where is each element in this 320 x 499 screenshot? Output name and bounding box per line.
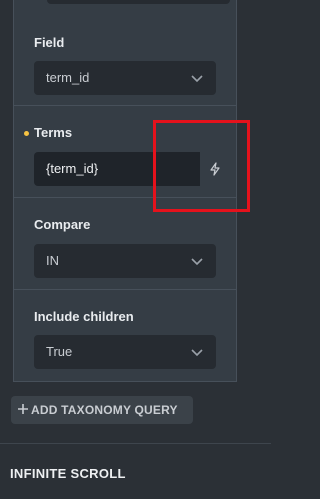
compare-select-value: IN xyxy=(46,253,59,268)
previous-select-stub[interactable] xyxy=(47,0,230,4)
plus-icon xyxy=(18,404,28,414)
compare-select[interactable]: IN xyxy=(34,244,216,278)
terms-input-value: {term_id} xyxy=(46,161,99,176)
terms-label: Terms xyxy=(34,125,73,140)
section-divider xyxy=(0,443,271,444)
add-taxonomy-query-label: ADD TAXONOMY QUERY xyxy=(31,403,178,417)
chevron-down-icon xyxy=(191,75,203,83)
add-taxonomy-query-button[interactable]: ADD TAXONOMY QUERY xyxy=(11,396,193,424)
include-children-select[interactable]: True xyxy=(34,335,216,369)
field-select-value: term_id xyxy=(46,70,90,85)
compare-label: Compare xyxy=(34,217,91,232)
field-section: Field term_id xyxy=(14,14,236,106)
highlight-annotation xyxy=(153,120,250,212)
field-label: Field xyxy=(34,35,65,50)
terms-indicator-dot xyxy=(24,131,29,136)
chevron-down-icon xyxy=(191,349,203,357)
infinite-scroll-section-title[interactable]: INFINITE SCROLL xyxy=(10,466,126,481)
chevron-down-icon xyxy=(191,258,203,266)
include-children-section: Include children True xyxy=(14,290,236,382)
include-children-label: Include children xyxy=(34,309,134,324)
field-select[interactable]: term_id xyxy=(34,61,216,95)
include-children-select-value: True xyxy=(46,344,73,359)
